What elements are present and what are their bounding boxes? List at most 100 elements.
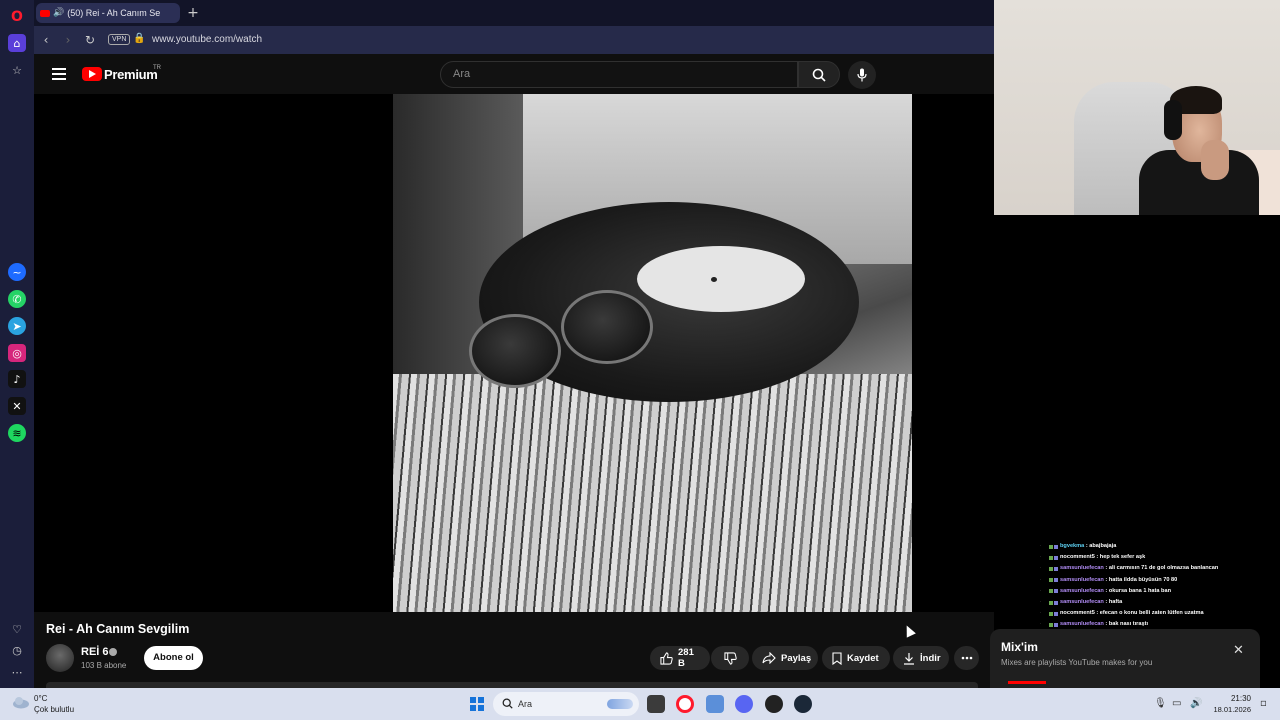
like-button[interactable]: 281 B: [650, 646, 710, 670]
cloud-icon[interactable]: [12, 695, 30, 709]
youtube-header: Premium TR Ara: [34, 54, 994, 94]
download-icon: [904, 652, 914, 665]
chat-username[interactable]: nocomment5: [1060, 552, 1095, 563]
chat-badge-icon: [1054, 622, 1058, 627]
dislike-button[interactable]: [711, 646, 749, 670]
close-icon[interactable]: ✕: [1233, 643, 1244, 658]
thumbs-down-icon: [723, 651, 737, 665]
windows-start-icon[interactable]: [470, 697, 484, 711]
spotify-icon[interactable]: ≋: [8, 424, 26, 442]
file-explorer-icon[interactable]: [647, 695, 665, 713]
temperature[interactable]: 0°C: [34, 694, 47, 703]
instagram-icon[interactable]: ◎: [8, 344, 26, 362]
chat-badge-icon: [1049, 589, 1053, 594]
messenger-icon[interactable]: ~: [8, 263, 26, 281]
chat-username[interactable]: samsunluefecan: [1060, 597, 1104, 608]
share-button[interactable]: Paylaş: [752, 646, 818, 670]
vpn-badge[interactable]: VPN: [108, 34, 131, 45]
video-player[interactable]: [34, 94, 994, 612]
chat-badge-icon: [1049, 622, 1053, 627]
tiktok-icon[interactable]: ♪: [8, 370, 26, 388]
chat-text: abajbajaja: [1089, 543, 1117, 549]
more-horizontal-icon: [961, 656, 972, 660]
subscribe-button[interactable]: Abone ol: [144, 646, 203, 670]
sunglasses-lens: [561, 290, 653, 364]
chat-text: efecan o konu belli zaten lütfen uzatma: [1099, 610, 1204, 617]
chat-username[interactable]: samsunluefecan: [1060, 575, 1104, 586]
video-info: Rei - Ah Canım Sevgilim REİ 6 103 B abon…: [34, 612, 994, 688]
reload-button[interactable]: ↻: [82, 32, 98, 48]
discord-icon[interactable]: [735, 695, 753, 713]
chat-text: hep tek sefer aşk: [1099, 554, 1146, 561]
chat-username[interactable]: nocomment5: [1060, 608, 1095, 619]
volume-icon[interactable]: 🔊: [1190, 698, 1202, 710]
download-button[interactable]: İndir: [893, 646, 949, 670]
save-button[interactable]: Kaydet: [822, 646, 890, 670]
notification-icon[interactable]: ▫: [1260, 698, 1272, 710]
steam-icon[interactable]: [794, 695, 812, 713]
mix-popup[interactable]: Mix'im Mixes are playlists YouTube makes…: [990, 629, 1260, 688]
obs-icon[interactable]: [765, 695, 783, 713]
tab-youtube[interactable]: 🔊 (50) Rei - Ah Canım Se: [36, 3, 180, 23]
chat-badge-icon: [1049, 578, 1053, 583]
country-code: TR: [153, 65, 161, 71]
history-icon[interactable]: ◷: [8, 641, 26, 659]
download-label: İndir: [920, 652, 941, 664]
clock-date[interactable]: 18.01.2026: [1203, 705, 1251, 714]
whatsapp-icon[interactable]: ✆: [8, 290, 26, 308]
star-icon[interactable]: ☆: [8, 61, 26, 79]
chat-username[interactable]: samsunluefecan: [1060, 586, 1104, 597]
like-count: 281 B: [678, 647, 694, 669]
share-icon: [762, 652, 776, 664]
chat-timestamp: ·: [1040, 599, 1042, 604]
chat-badge-icon: [1054, 544, 1058, 549]
speaker-icon[interactable]: 🔊: [53, 8, 64, 18]
chat-message: · samsunluefecan : ali carmısın 71 de gol…: [1040, 563, 1280, 574]
opera-browser-icon[interactable]: [676, 695, 694, 713]
chat-username[interactable]: bgvekma: [1060, 541, 1084, 552]
opera-logo-icon[interactable]: O: [8, 8, 26, 26]
heart-icon[interactable]: ♡: [8, 620, 26, 638]
youtube-logo-icon[interactable]: [82, 67, 102, 81]
chat-badge-icon: [1049, 544, 1053, 549]
search-icon: [502, 698, 513, 709]
video-thumbnail-image: [393, 94, 912, 612]
channel-name[interactable]: REİ 6: [81, 646, 109, 658]
chat-timestamp: ·: [1040, 588, 1042, 593]
search-input[interactable]: Ara: [440, 61, 798, 88]
chat-message: · samsunluefecan : okursa bana 1 hata ban: [1040, 586, 1280, 597]
back-button[interactable]: ‹: [38, 32, 54, 48]
forward-button[interactable]: ›: [60, 32, 76, 48]
more-icon[interactable]: ⋯: [8, 663, 26, 681]
home-icon[interactable]: ⌂: [8, 34, 26, 52]
search-highlight-image: [607, 699, 633, 709]
voice-search-button[interactable]: [848, 61, 876, 89]
network-icon[interactable]: ▭: [1172, 698, 1184, 710]
menu-icon[interactable]: [52, 68, 66, 80]
clock-time[interactable]: 21:30: [1211, 694, 1251, 703]
more-actions-button[interactable]: [954, 646, 979, 670]
chat-badge-icon: [1049, 611, 1053, 616]
lock-icon[interactable]: 🔒: [133, 33, 145, 44]
search-button[interactable]: [798, 61, 840, 88]
opera-sidebar: O ⌂ ☆ ~ ✆ ➤ ◎ ♪ ✕ ≋ ♡ ◷ ⋯: [0, 0, 34, 688]
app-icon[interactable]: [706, 695, 724, 713]
youtube-favicon-icon: [40, 9, 50, 17]
weather-description[interactable]: Çok bulutlu: [34, 705, 74, 714]
channel-avatar[interactable]: [46, 644, 74, 672]
chat-username[interactable]: samsunluefecan: [1060, 563, 1104, 574]
taskbar-search[interactable]: Ara: [493, 692, 639, 716]
webcam-overlay: [994, 0, 1280, 215]
youtube-brand[interactable]: Premium: [104, 67, 158, 82]
chat-badge-icon: [1054, 589, 1058, 594]
save-label: Kaydet: [847, 652, 879, 664]
chat-badge-icon: [1054, 555, 1058, 560]
x-icon[interactable]: ✕: [8, 397, 26, 415]
chat-timestamp: ·: [1040, 555, 1042, 560]
url-field[interactable]: www.youtube.com/watch: [152, 34, 262, 45]
telegram-icon[interactable]: ➤: [8, 317, 26, 335]
chat-message: · nocomment5 : efecan o konu belli zaten …: [1040, 608, 1280, 619]
new-tab-button[interactable]: +: [185, 5, 201, 21]
subscriber-count: 103 B abone: [81, 661, 127, 670]
microphone-tray-icon[interactable]: 🎙: [1154, 698, 1167, 710]
